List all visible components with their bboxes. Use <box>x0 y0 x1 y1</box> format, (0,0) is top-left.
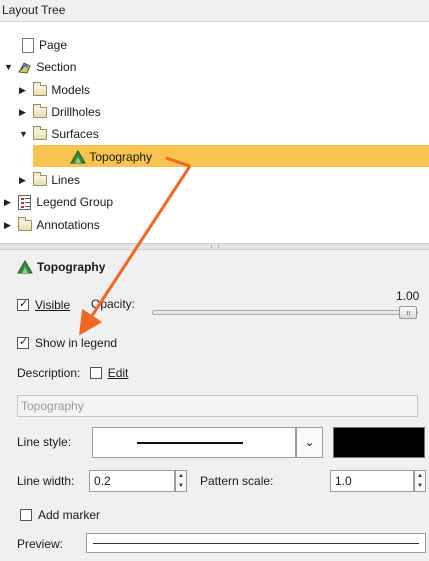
panel-splitter[interactable] <box>0 244 429 250</box>
line-width-stepper[interactable]: ▲ ▼ <box>175 470 187 492</box>
folder-icon <box>32 103 48 119</box>
chevron-down-icon: ⌄ <box>304 435 315 449</box>
visible-label: Visible <box>35 297 71 312</box>
pattern-scale-stepper[interactable]: ▲ ▼ <box>414 470 426 492</box>
opacity-slider-thumb[interactable] <box>399 306 417 319</box>
tree-item-lines[interactable]: ▶ Lines <box>19 168 80 190</box>
tree-item-label: Topography <box>89 149 153 164</box>
folder-icon <box>17 216 33 232</box>
edit-checkbox[interactable] <box>89 366 102 379</box>
opacity-slider-track[interactable] <box>152 310 418 315</box>
edit-label: Edit <box>107 365 129 380</box>
properties-panel: Topography Visible Opacity: 1.00 Show in… <box>0 251 429 561</box>
folder-icon <box>32 81 48 97</box>
line-preview <box>86 533 426 553</box>
show-in-legend-label: Show in legend <box>35 335 118 350</box>
tree-item-models[interactable]: ▶ Models <box>19 78 90 100</box>
collapsed-arrow-icon[interactable]: ▶ <box>19 169 29 191</box>
section-icon <box>17 60 33 74</box>
opacity-value: 1.00 <box>396 289 420 303</box>
legend-icon <box>17 194 33 210</box>
collapsed-arrow-icon[interactable]: ▶ <box>19 79 29 101</box>
collapsed-arrow-icon[interactable]: ▶ <box>4 191 14 213</box>
line-style-label: Line style: <box>17 435 72 449</box>
tree-item-legend-group[interactable]: ▶ Legend Group <box>4 190 113 212</box>
add-marker-checkbox[interactable]: Add marker <box>20 507 100 522</box>
line-style-dropdown-button[interactable]: ⌄ <box>296 427 323 458</box>
description-row: Description: Edit <box>17 365 128 380</box>
up-arrow-icon[interactable]: ▲ <box>415 471 425 481</box>
tree-item-surfaces[interactable]: ▼ Surfaces <box>19 122 99 144</box>
collapsed-arrow-icon[interactable]: ▶ <box>4 214 14 236</box>
visible-checkbox[interactable]: Visible <box>17 297 70 312</box>
pattern-scale-input[interactable]: 1.0 <box>330 470 414 492</box>
show-in-legend-checkbox[interactable]: Show in legend <box>17 335 117 350</box>
layout-tree-header: Layout Tree <box>0 0 429 22</box>
checkbox-checked-icon[interactable] <box>17 297 29 311</box>
tree-item-label: Surfaces <box>51 126 99 141</box>
tree-item-annotations[interactable]: ▶ Annotations <box>4 213 100 235</box>
tree-item-drillholes[interactable]: ▶ Drillholes <box>19 100 101 122</box>
preview-line-sample <box>93 543 419 544</box>
description-label: Description: <box>17 365 81 380</box>
checkbox-unchecked-icon[interactable] <box>20 508 32 521</box>
solid-line-swatch <box>137 442 243 444</box>
expanded-arrow-icon[interactable]: ▼ <box>19 123 29 145</box>
folder-icon <box>32 171 48 187</box>
tree-item-label: Legend Group <box>36 194 114 209</box>
layout-tree-panel: Layout Tree Page ▼ Section ▶ Models ▶ Dr… <box>0 0 429 244</box>
line-color-swatch[interactable] <box>333 427 425 458</box>
expanded-arrow-icon[interactable]: ▼ <box>4 56 14 78</box>
checkbox-checked-icon[interactable] <box>17 335 29 349</box>
line-style-select[interactable] <box>92 427 296 458</box>
tree-item-label: Models <box>51 82 91 97</box>
tree-item-label: Lines <box>51 172 81 187</box>
page-icon <box>20 37 36 53</box>
down-arrow-icon[interactable]: ▼ <box>176 481 186 491</box>
add-marker-label: Add marker <box>38 507 101 522</box>
line-width-label: Line width: <box>17 474 75 488</box>
line-width-input[interactable]: 0.2 <box>89 470 175 492</box>
preview-label: Preview: <box>17 537 64 551</box>
topography-surface-icon <box>70 149 87 164</box>
tree-item-label: Drillholes <box>51 104 101 119</box>
down-arrow-icon[interactable]: ▼ <box>415 481 425 491</box>
splitter-grip-icon <box>211 245 219 248</box>
description-field[interactable]: Topography <box>17 395 418 417</box>
pattern-scale-label: Pattern scale: <box>200 474 274 488</box>
tree-item-label: Annotations <box>36 217 100 232</box>
properties-title: Topography <box>17 259 105 274</box>
up-arrow-icon[interactable]: ▲ <box>176 471 186 481</box>
properties-title-text: Topography <box>37 259 106 274</box>
tree-item-section[interactable]: ▼ Section <box>4 55 76 77</box>
tree-item-label: Section <box>36 59 77 74</box>
tree-item-page[interactable]: Page <box>20 33 67 55</box>
tree-item-topography[interactable]: Topography <box>33 145 429 167</box>
opacity-label: Opacity: <box>91 297 136 311</box>
collapsed-arrow-icon[interactable]: ▶ <box>19 101 29 123</box>
tree-item-label: Page <box>39 37 68 52</box>
topography-surface-icon <box>17 259 33 274</box>
folder-icon <box>32 125 48 141</box>
